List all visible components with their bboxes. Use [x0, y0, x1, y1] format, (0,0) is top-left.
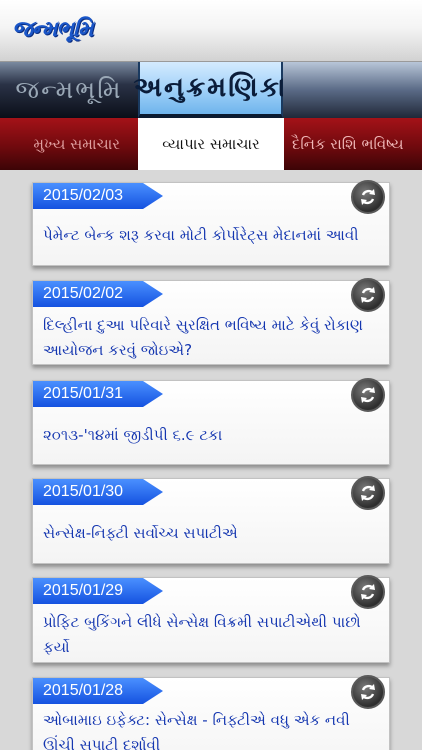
refresh-icon: [361, 387, 375, 403]
app-logo: જન્મભૂમિ: [12, 16, 93, 42]
date-tag: 2015/01/29: [33, 578, 163, 604]
tab-index[interactable]: અનુક્રમણિકા: [133, 62, 286, 118]
tab-daily-horoscope[interactable]: દૈનિક રાશિ ભવિષ્ય: [284, 118, 422, 170]
section-tabs: જન્મભૂમિ અનુક્રમણિકા: [0, 62, 422, 118]
list-item[interactable]: 2015/02/02 દિલ્હીના દુઆ પરિવારે સુરક્ષિત…: [32, 278, 390, 365]
headline[interactable]: પેમેન્ટ બેન્ક શરૂ કરવા મોટી કોર્પોરેટ્સ …: [43, 223, 383, 248]
list-item[interactable]: 2015/01/30 સેન્સેક્ષ-નિફ્ટી સર્વોચ્ચ સપા…: [32, 476, 390, 564]
refresh-button[interactable]: [351, 278, 385, 312]
headline[interactable]: પ્રોફિટ બુકિંગને લીધે સેન્સેક્ષ વિક્રમી …: [43, 610, 383, 660]
refresh-button[interactable]: [351, 180, 385, 214]
refresh-button[interactable]: [351, 476, 385, 510]
tab-main-news-label: મુખ્ય સમાચાર: [33, 135, 120, 153]
list-item[interactable]: 2015/01/31 ૨૦૧૩-'૧૪માં જીડીપી ૬.૯ ટકા: [32, 378, 390, 465]
tab-blank[interactable]: [283, 62, 422, 118]
date-tag: 2015/02/03: [33, 183, 163, 209]
list-item[interactable]: 2015/01/28 ઓબામાઇ ઇફેક્ટ: સેન્સેક્ષ - નિ…: [32, 675, 390, 750]
headline[interactable]: દિલ્હીના દુઆ પરિવારે સુરક્ષિત ભવિષ્ય માટ…: [43, 313, 383, 363]
news-list[interactable]: 2015/02/03 પેમેન્ટ બેન્ક શરૂ કરવા મોટી ક…: [0, 170, 422, 750]
headline[interactable]: સેન્સેક્ષ-નિફ્ટી સર્વોચ્ચ સપાટીએ: [43, 521, 383, 546]
headline[interactable]: ઓબામાઇ ઇફેક્ટ: સેન્સેક્ષ - નિફ્ટીએ વધુ એ…: [43, 708, 383, 750]
tab-main-news[interactable]: મુખ્ય સમાચાર: [0, 118, 138, 170]
date-tag: 2015/02/02: [33, 281, 163, 307]
refresh-icon: [361, 189, 375, 205]
app-header: જન્મભૂમિ: [0, 0, 422, 62]
refresh-icon: [361, 684, 375, 700]
refresh-button[interactable]: [351, 675, 385, 709]
tab-janmabhoomi-label: જન્મભૂમિ: [15, 75, 123, 104]
date-tag: 2015/01/28: [33, 678, 163, 704]
refresh-button[interactable]: [351, 378, 385, 412]
category-tabs: મુખ્ય સમાચાર વ્યાપાર સમાચાર દૈનિક રાશિ ભ…: [0, 118, 422, 170]
refresh-button[interactable]: [351, 575, 385, 609]
tab-business-news-label: વ્યાપાર સમાચાર: [162, 135, 260, 153]
refresh-icon: [361, 584, 375, 600]
headline[interactable]: ૨૦૧૩-'૧૪માં જીડીપી ૬.૯ ટકા: [43, 423, 383, 448]
tab-janmabhoomi[interactable]: જન્મભૂમિ: [0, 62, 138, 118]
tab-daily-horoscope-label: દૈનિક રાશિ ભવિષ્ય: [292, 135, 404, 153]
list-item[interactable]: 2015/01/29 પ્રોફિટ બુકિંગને લીધે સેન્સેક…: [32, 575, 390, 663]
refresh-icon: [361, 485, 375, 501]
date-tag: 2015/01/30: [33, 479, 163, 505]
tab-index-label: અનુક્રમણિકા: [133, 72, 288, 103]
list-item[interactable]: 2015/02/03 પેમેન્ટ બેન્ક શરૂ કરવા મોટી ક…: [32, 180, 390, 266]
refresh-icon: [361, 287, 375, 303]
date-tag: 2015/01/31: [33, 381, 163, 407]
tab-business-news[interactable]: વ્યાપાર સમાચાર: [140, 118, 282, 170]
